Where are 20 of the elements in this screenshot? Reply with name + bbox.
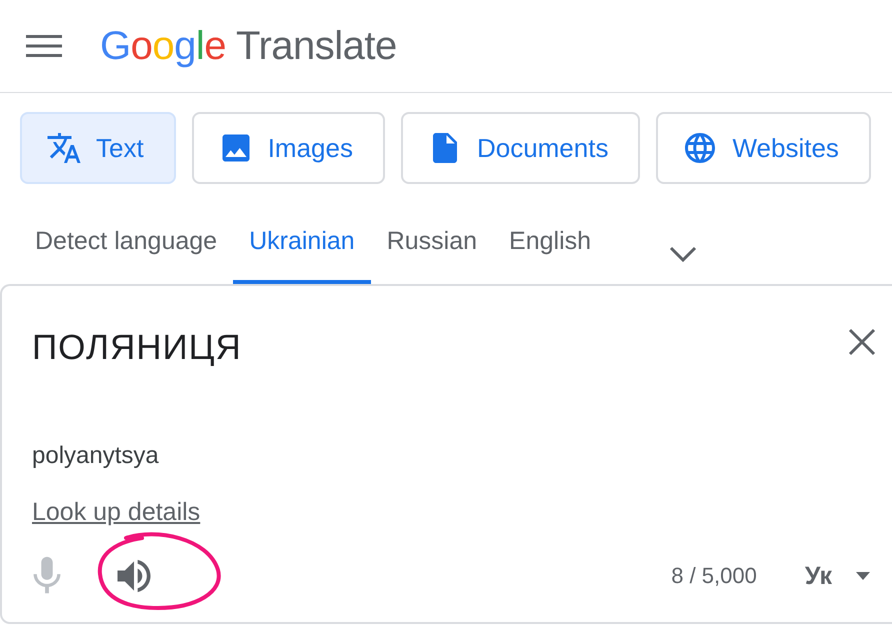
language-tab[interactable]: Ukrainian	[233, 202, 371, 284]
logo-brand: Google	[100, 24, 226, 68]
close-icon[interactable]	[848, 328, 876, 356]
mode-tab[interactable]: Documents	[400, 112, 640, 184]
logo-product: Translate	[236, 24, 397, 68]
chevron-down-icon[interactable]	[669, 246, 698, 262]
look-up-details-link[interactable]: Look up details	[32, 498, 200, 527]
language-tab[interactable]: Detect language	[19, 202, 234, 284]
language-tab[interactable]: English	[493, 202, 608, 284]
menu-icon[interactable]	[26, 34, 62, 58]
translate-icon	[46, 130, 82, 166]
caret-icon[interactable]	[856, 572, 870, 580]
input-tool-button[interactable]: Ук	[804, 562, 832, 590]
mode-tab[interactable]: Websites	[656, 112, 871, 184]
source-text[interactable]: ПОЛЯНИЦЯ	[32, 328, 242, 368]
mode-tab[interactable]: Text	[20, 112, 176, 184]
mode-tab[interactable]: Images	[192, 112, 385, 184]
character-count: 8 / 5,000	[671, 563, 757, 589]
language-tab[interactable]: Russian	[370, 202, 494, 284]
transliteration: polyanytsya	[32, 442, 160, 470]
